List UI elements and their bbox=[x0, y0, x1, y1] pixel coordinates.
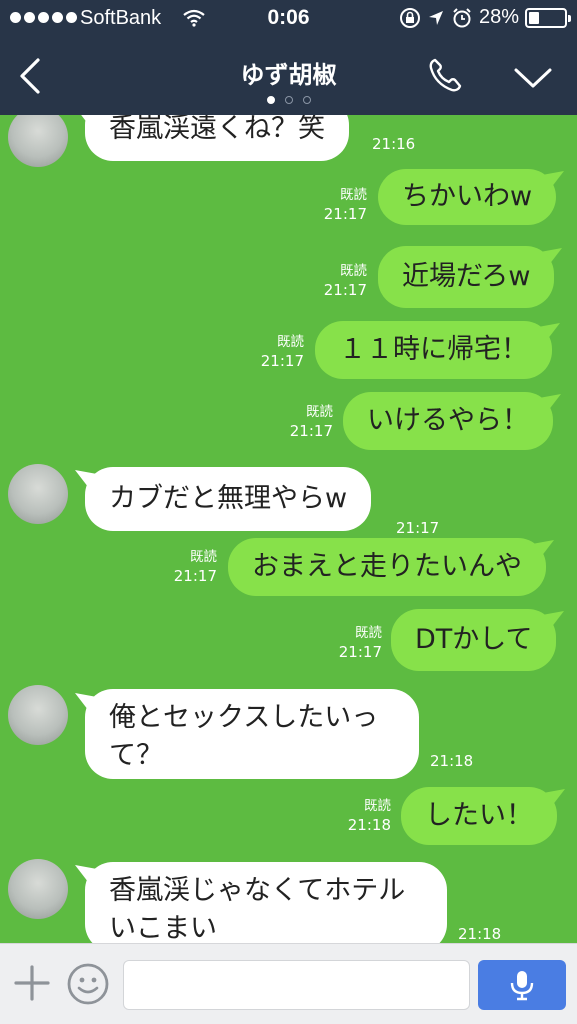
message-row: 香嵐渓じゃなくてホテル いこまい 21:18 bbox=[0, 857, 577, 943]
message-bubble[interactable]: １１時に帰宅！ bbox=[315, 321, 552, 379]
phone-icon[interactable] bbox=[426, 55, 464, 95]
plus-icon[interactable] bbox=[12, 963, 52, 1003]
status-bar: SoftBank 0:06 28% bbox=[0, 0, 577, 38]
message-list[interactable]: 香嵐渓遠くね？笑 21:16 既読 21:17 ちかいわw 既読 21:17 近… bbox=[0, 115, 577, 943]
message-bubble[interactable]: 俺とセックスしたいっ て？ bbox=[85, 689, 419, 779]
message-text: いけるやら！ bbox=[367, 405, 529, 436]
message-text: したい！ bbox=[425, 800, 533, 831]
message-time: 21:17 bbox=[289, 422, 333, 440]
message-text-line: いこまい bbox=[109, 913, 217, 943]
status-indicators: 28% bbox=[399, 6, 571, 29]
message-text: カブだと無理やらw bbox=[109, 483, 348, 514]
message-meta: 既読 21:17 bbox=[150, 548, 217, 586]
alarm-icon bbox=[453, 7, 471, 27]
message-time: 21:16 bbox=[372, 135, 416, 153]
avatar[interactable] bbox=[8, 464, 68, 524]
read-receipt: 既読 bbox=[277, 334, 304, 350]
message-meta: 既読 21:17 bbox=[314, 624, 382, 662]
message-time: 21:17 bbox=[323, 205, 367, 223]
message-time: 21:17 bbox=[396, 519, 440, 537]
message-row: 俺とセックスしたいっ て？ 21:18 bbox=[0, 685, 577, 781]
emoji-icon[interactable] bbox=[66, 962, 110, 1006]
message-input[interactable] bbox=[123, 960, 470, 1010]
page-dot bbox=[302, 96, 311, 104]
message-row: カブだと無理やらw 21:17 bbox=[0, 462, 577, 537]
message-bubble[interactable]: 香嵐渓じゃなくてホテル いこまい bbox=[85, 862, 447, 943]
chat-title: ゆず胡椒 bbox=[240, 61, 337, 89]
message-row: 既読 21:17 DTかして bbox=[0, 609, 577, 671]
message-bubble[interactable]: ちかいわw bbox=[378, 169, 557, 225]
message-time: 21:17 bbox=[260, 352, 304, 370]
page-dot bbox=[266, 96, 275, 104]
avatar[interactable] bbox=[8, 685, 68, 745]
chat-header: SoftBank 0:06 28% ゆず胡椒 bbox=[0, 0, 577, 115]
microphone-icon bbox=[510, 971, 534, 1001]
read-receipt: 既読 bbox=[340, 263, 367, 279]
battery-percent: 28% bbox=[478, 6, 519, 28]
message-time: 21:17 bbox=[338, 643, 382, 661]
page-indicator bbox=[0, 96, 577, 104]
read-receipt: 既読 bbox=[340, 187, 367, 203]
avatar[interactable] bbox=[8, 115, 68, 167]
message-text: 近場だろw bbox=[402, 261, 531, 292]
message-meta: 既読 21:17 bbox=[235, 333, 304, 371]
page-dot bbox=[284, 96, 293, 104]
location-icon bbox=[428, 10, 443, 25]
message-row: 既読 21:17 １１時に帰宅！ bbox=[0, 321, 577, 381]
message-bubble[interactable]: おまえと走りたいんや bbox=[228, 538, 546, 596]
message-text: １１時に帰宅！ bbox=[339, 334, 528, 365]
message-bubble[interactable]: DTかして bbox=[391, 609, 557, 671]
message-meta: 既読 21:17 bbox=[300, 186, 367, 224]
message-row: 既読 21:17 ちかいわw bbox=[0, 169, 577, 229]
microphone-button[interactable] bbox=[478, 960, 566, 1010]
lock-rotation-icon bbox=[399, 7, 420, 28]
message-meta: 既読 21:17 bbox=[265, 403, 333, 441]
message-bubble[interactable]: したい！ bbox=[401, 787, 557, 845]
message-time: 21:18 bbox=[458, 925, 502, 943]
message-row: 既読 21:17 おまえと走りたいんや bbox=[0, 538, 577, 598]
read-receipt: 既読 bbox=[190, 549, 217, 565]
battery-icon bbox=[525, 7, 571, 28]
message-time: 21:17 bbox=[173, 567, 217, 585]
message-row: 香嵐渓遠くね？笑 21:16 bbox=[0, 115, 577, 167]
chevron-down-icon[interactable] bbox=[512, 62, 554, 92]
avatar[interactable] bbox=[8, 859, 68, 919]
read-receipt: 既読 bbox=[306, 404, 333, 420]
message-text: おまえと走りたいんや bbox=[252, 551, 522, 582]
message-bubble[interactable]: カブだと無理やらw bbox=[85, 467, 372, 531]
message-meta: 既読 21:17 bbox=[300, 262, 367, 300]
read-receipt: 既読 bbox=[355, 625, 382, 641]
message-row: 既読 21:17 いけるやら！ bbox=[0, 392, 577, 452]
message-text-line: 俺とセックスしたいっ bbox=[109, 702, 379, 733]
message-time: 21:18 bbox=[430, 752, 474, 770]
message-text: ちかいわw bbox=[402, 181, 533, 212]
message-meta: 既読 21:18 bbox=[323, 797, 391, 835]
message-bubble[interactable]: いけるやら！ bbox=[343, 392, 553, 450]
message-time: 21:17 bbox=[323, 281, 367, 299]
message-time: 21:18 bbox=[347, 816, 391, 834]
message-text-line: て？ bbox=[109, 740, 163, 771]
message-text-line: 香嵐渓じゃなくてホテル bbox=[109, 875, 406, 906]
message-bubble[interactable]: 香嵐渓遠くね？笑 bbox=[85, 115, 349, 161]
message-row: 既読 21:17 近場だろw bbox=[0, 246, 577, 308]
message-row: 既読 21:18 したい！ bbox=[0, 787, 577, 847]
read-receipt: 既読 bbox=[364, 798, 391, 814]
message-text: 香嵐渓遠くね？笑 bbox=[109, 115, 325, 144]
message-bubble[interactable]: 近場だろw bbox=[378, 246, 555, 308]
message-input-bar bbox=[0, 943, 577, 1024]
message-text: DTかして bbox=[415, 624, 533, 655]
